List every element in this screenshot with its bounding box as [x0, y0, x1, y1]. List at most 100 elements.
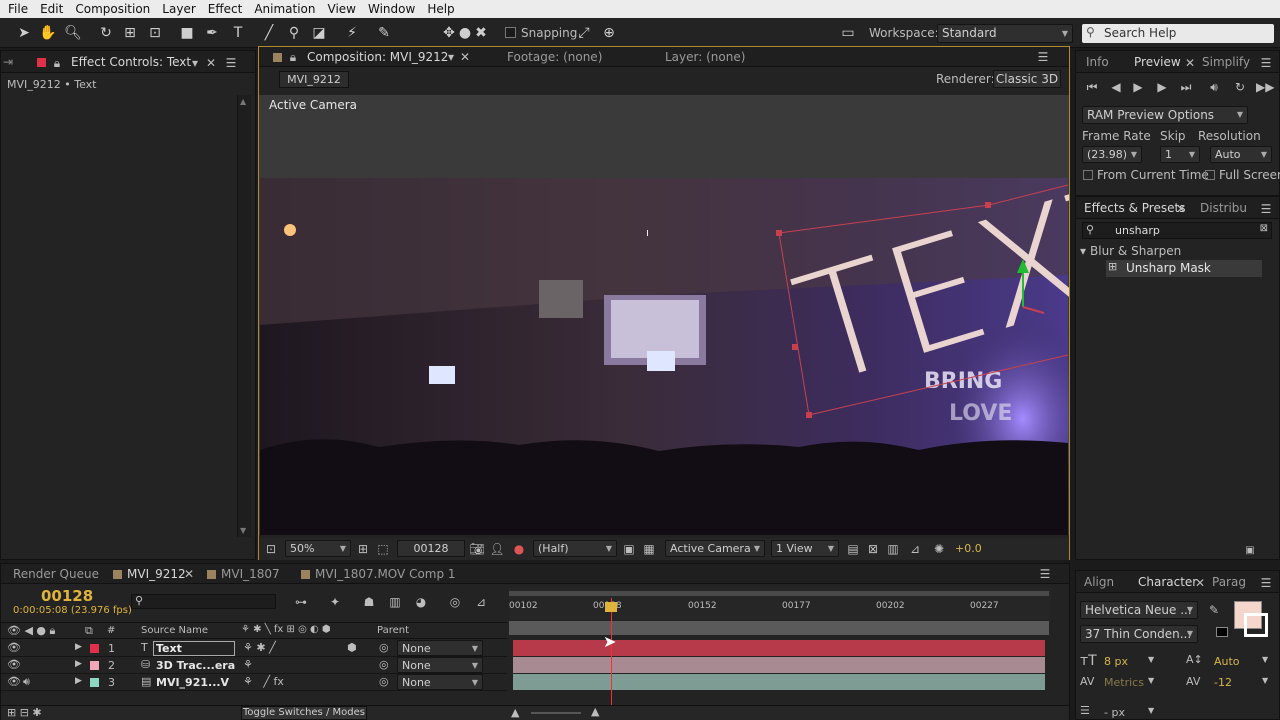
zoom-out-icon[interactable]: ▲: [511, 706, 519, 719]
always-preview-icon[interactable]: ⊡: [263, 541, 279, 557]
font-size-value[interactable]: 8 px: [1104, 655, 1128, 668]
play-icon[interactable]: ▶︎: [1130, 79, 1146, 95]
motion-blur-icon[interactable]: ◕: [413, 594, 429, 610]
expand-layer-icon[interactable]: ▶: [75, 642, 82, 652]
from-current-time-checkbox[interactable]: [1083, 170, 1093, 180]
full-screen-checkbox[interactable]: [1205, 170, 1215, 180]
channels-icon[interactable]: ●: [511, 541, 527, 557]
comp-breadcrumb[interactable]: MVI_9212: [279, 71, 349, 88]
audio-icon[interactable]: 🔊︎: [1206, 79, 1222, 95]
align-tab[interactable]: Align: [1084, 571, 1114, 593]
audio-icon[interactable]: 🔊︎: [23, 675, 30, 689]
menu-window[interactable]: Window: [360, 2, 419, 16]
layer-name[interactable]: 3D Trac...era: [156, 659, 235, 672]
distribute-tab[interactable]: Distribu: [1200, 197, 1247, 219]
menu-composition[interactable]: Composition: [67, 2, 154, 16]
chevron-down-icon[interactable]: ▼: [1148, 655, 1154, 664]
layer-label-color[interactable]: [90, 644, 99, 653]
zoom-in-icon[interactable]: ▲: [591, 705, 599, 718]
layer-tab[interactable]: Layer: (none): [665, 47, 745, 67]
stroke-color-swatch[interactable]: [1244, 613, 1268, 637]
pickwhip-icon[interactable]: ◎: [379, 641, 389, 654]
clone-stamp-tool-icon[interactable]: ⚲: [285, 24, 303, 42]
visibility-icon[interactable]: 👁︎: [7, 641, 21, 654]
chevron-down-icon[interactable]: ▾: [187, 55, 203, 71]
font-family-dropdown[interactable]: Helvetica Neue ...: [1080, 601, 1198, 619]
panel-menu-icon[interactable]: ☰: [1258, 201, 1274, 217]
frame-rate-dropdown[interactable]: (23.98): [1082, 146, 1142, 163]
layer-row[interactable]: 👁︎ ▶ 2 ⛁ 3D Trac...era ⚘ ◎ None: [1, 657, 507, 674]
panel-menu-icon[interactable]: ☰: [1258, 55, 1274, 71]
category-blur-sharpen[interactable]: Blur & Sharpen: [1090, 244, 1181, 258]
search-help-field[interactable]: ⚲ Search Help: [1082, 24, 1274, 43]
resolution-dropdown[interactable]: (Half): [533, 540, 617, 557]
rotate-tool-icon[interactable]: ↻: [97, 24, 115, 42]
pickwhip-icon[interactable]: ◎: [379, 658, 389, 671]
work-area-bar[interactable]: [509, 621, 1049, 635]
3d-layer-icon[interactable]: ⬢: [347, 641, 357, 654]
layer-label-color[interactable]: [90, 678, 99, 687]
layer-switches-icon[interactable]: ⚘ ╱ fx: [243, 675, 284, 688]
panel-menu-icon[interactable]: ☰: [1258, 575, 1274, 591]
scrollbar[interactable]: ▲ ▼: [237, 95, 251, 537]
skip-dropdown[interactable]: 1: [1160, 146, 1200, 163]
reset-exposure-icon[interactable]: ✺: [931, 541, 947, 557]
tracking-value[interactable]: -12: [1214, 676, 1232, 689]
ram-preview-options-dropdown[interactable]: RAM Preview Options: [1082, 106, 1248, 124]
eraser-tool-icon[interactable]: ◪: [310, 24, 328, 42]
parent-dropdown[interactable]: None: [397, 640, 483, 656]
layer-name[interactable]: MVI_921...V: [156, 676, 229, 689]
snapshot-icon[interactable]: 📷︎: [469, 541, 485, 557]
show-snapshot-icon[interactable]: 👤︎: [489, 541, 505, 557]
chevron-down-icon[interactable]: ▼: [1262, 676, 1268, 685]
playhead-handle[interactable]: [605, 602, 617, 612]
toggle-switches-modes-button[interactable]: Toggle Switches / Modes: [241, 706, 367, 720]
effects-presets-tab[interactable]: Effects & Presets: [1084, 197, 1185, 219]
visibility-icon[interactable]: 👁︎: [7, 675, 21, 688]
zoom-dropdown[interactable]: 50%: [285, 540, 351, 557]
last-frame-icon[interactable]: ⏭: [1178, 79, 1194, 95]
render-queue-tab[interactable]: Render Queue: [13, 564, 99, 584]
character-tab[interactable]: Character: [1138, 571, 1197, 593]
preview-tab[interactable]: Preview: [1134, 51, 1181, 73]
paragraph-tab[interactable]: Parag: [1212, 571, 1246, 593]
previous-frame-icon[interactable]: ◀︎: [1108, 79, 1124, 95]
footer-toggle-icons[interactable]: ⊞ ⊟ ✱: [7, 706, 42, 719]
simplify-tab[interactable]: Simplify: [1202, 51, 1250, 73]
type-tool-icon[interactable]: T: [229, 24, 247, 42]
close-icon[interactable]: ✕: [181, 566, 197, 582]
eyedropper-icon[interactable]: ✎: [1206, 602, 1222, 618]
close-icon[interactable]: ✕: [203, 55, 219, 71]
shy-layers-icon[interactable]: ☗: [361, 594, 377, 610]
panel-menu-icon[interactable]: ☰: [223, 55, 239, 71]
pan-behind-tool-icon[interactable]: ⊡: [146, 24, 164, 42]
camera-tool-icon[interactable]: ⊞: [121, 24, 139, 42]
chevron-down-icon[interactable]: ▼: [1148, 706, 1154, 715]
menu-effect[interactable]: Effect: [200, 2, 247, 16]
axis-view-icon[interactable]: ✖: [472, 24, 490, 42]
menu-edit[interactable]: Edit: [32, 2, 67, 16]
panel-menu-icon[interactable]: ☰: [1037, 566, 1053, 582]
draft-3d-icon[interactable]: ✦: [327, 594, 343, 610]
black-swatch[interactable]: [1216, 627, 1228, 637]
clear-search-icon[interactable]: ⊠: [1260, 223, 1268, 234]
menu-layer[interactable]: Layer: [154, 2, 199, 16]
timeline-tab-mvi-9212[interactable]: MVI_9212: [127, 564, 186, 584]
resolution-dropdown[interactable]: Auto: [1210, 146, 1272, 163]
menu-help[interactable]: Help: [419, 2, 458, 16]
panel-menu-icon[interactable]: ☰: [1035, 49, 1051, 65]
time-ruler[interactable]: 00102 00128 00152 00177 00202 00227: [509, 588, 1051, 620]
comp-mini-flowchart-icon[interactable]: ⊶: [291, 594, 311, 610]
leading-value[interactable]: Auto: [1214, 655, 1240, 668]
safe-zones-icon[interactable]: ⊞: [355, 541, 371, 557]
snap-edges-icon[interactable]: ⤢: [575, 24, 593, 42]
current-time-display[interactable]: 00128: [41, 587, 93, 605]
zoom-tool-icon[interactable]: 🔍︎: [64, 24, 82, 42]
region-icon[interactable]: ⬚: [375, 541, 391, 557]
toggle-pixel-aspect-icon[interactable]: ▤: [845, 541, 861, 557]
effects-search-field[interactable]: ⚲ unsharp ⊠: [1082, 222, 1272, 239]
exposure-value[interactable]: +0.0: [955, 542, 982, 555]
workspace-dropdown[interactable]: Standard: [937, 24, 1073, 43]
current-time-field[interactable]: 00128: [397, 540, 465, 557]
category-expand-icon[interactable]: ▾: [1080, 244, 1086, 258]
